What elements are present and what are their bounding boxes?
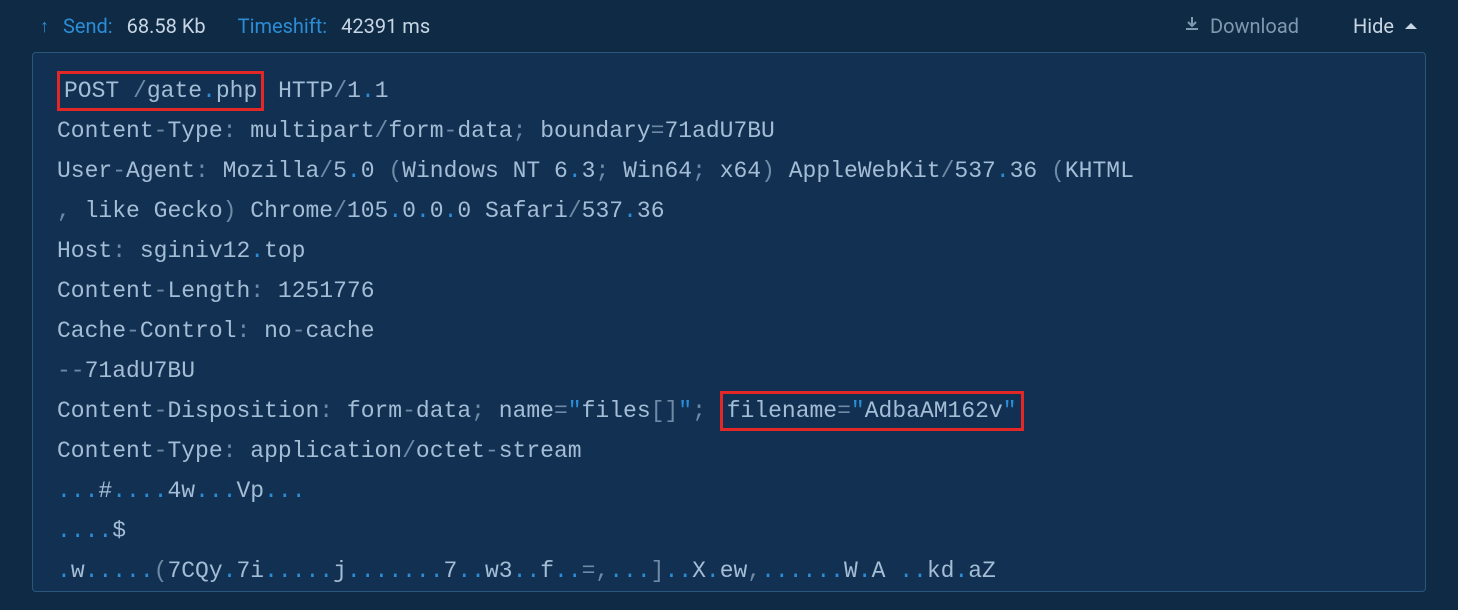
content-length-value: 1251776 <box>278 278 375 304</box>
content-length-line: Content-Length: 1251776 <box>57 271 1401 311</box>
request-line: POST /gate.php HTTP/1.1 <box>57 71 1401 111</box>
filename-value: AdbaAM162v <box>865 398 1003 424</box>
download-icon <box>1184 16 1200 36</box>
highlight-filename: filename="AdbaAM162v" <box>720 391 1024 431</box>
panel-header: ↑ Send: 68.58 Kb Timeshift: 42391 ms Dow… <box>0 0 1458 52</box>
download-button[interactable]: Download <box>1184 14 1299 38</box>
send-size-value: 68.58 Kb <box>127 14 206 38</box>
host-line: Host: sginiv12.top <box>57 231 1401 271</box>
user-agent-line-2: , like Gecko) Chrome/105.0.0.0 Safari/53… <box>57 191 1401 231</box>
send-label: Send: <box>63 14 113 38</box>
hide-label: Hide <box>1353 14 1394 38</box>
hide-button[interactable]: Hide <box>1353 14 1418 38</box>
http-method: POST <box>64 78 119 104</box>
user-agent-line-1: User-Agent: Mozilla/5.0 (Windows NT 6.3;… <box>57 151 1401 191</box>
content-type-line: Content-Type: multipart/form-data; bound… <box>57 111 1401 151</box>
download-label: Download <box>1210 14 1299 38</box>
raw-data-line-3: .w.....(7CQy.7i.....j.......7..w3..f..=,… <box>57 551 1401 591</box>
caret-up-icon <box>1404 21 1418 31</box>
boundary-value: 71adU7BU <box>664 118 774 144</box>
raw-data-line-2: ....$ <box>57 511 1401 551</box>
http-request-panel: POST /gate.php HTTP/1.1 Content-Type: mu… <box>32 52 1426 592</box>
timeshift-value: 42391 ms <box>341 14 430 38</box>
host-value: sginiv12 <box>140 238 250 264</box>
raw-data-line-1: ...#....4w...Vp... <box>57 471 1401 511</box>
cache-control-line: Cache-Control: no-cache <box>57 311 1401 351</box>
timeshift-label: Timeshift: <box>238 14 327 38</box>
highlight-post-path: POST /gate.php <box>57 71 264 111</box>
part-content-type-line: Content-Type: application/octet-stream <box>57 431 1401 471</box>
http-protocol: HTTP <box>278 78 333 104</box>
boundary-separator: --71adU7BU <box>57 351 1401 391</box>
content-disposition-line: Content-Disposition: form-data; name="fi… <box>57 391 1401 431</box>
upload-arrow-icon: ↑ <box>40 16 49 37</box>
